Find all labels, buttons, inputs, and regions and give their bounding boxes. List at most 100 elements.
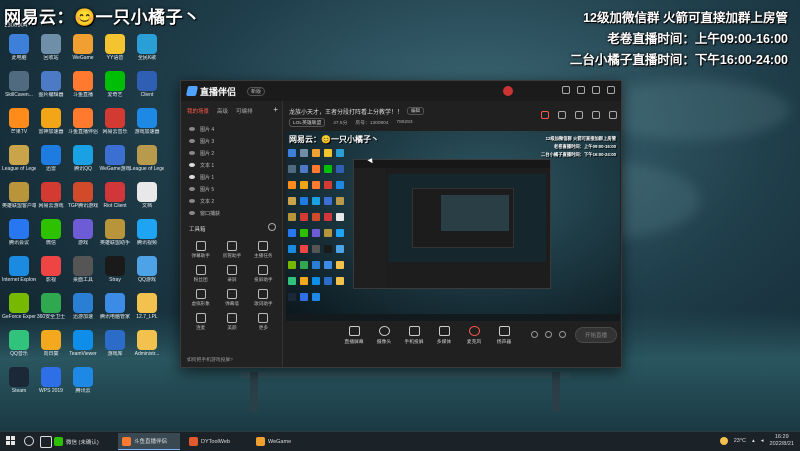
maximize-icon[interactable] — [592, 86, 600, 94]
desktop-icon[interactable]: 腾讯QQ — [66, 145, 100, 172]
desktop-icon[interactable]: 腾讯电脑管家 — [98, 293, 132, 320]
microphone-button[interactable]: 麦克风 — [461, 326, 487, 345]
desktop-icon[interactable]: GeForce Experience — [2, 293, 36, 320]
toolbox-item[interactable]: 弹幕助手 — [185, 241, 216, 259]
scene-item[interactable]: 图片 4 — [181, 123, 282, 135]
user-avatar[interactable] — [503, 86, 513, 96]
clock[interactable]: 16:29 2022/8/21 — [770, 434, 794, 448]
version-badge[interactable]: 新版 — [247, 87, 266, 96]
desktop-icon[interactable]: 网易云游戏 — [34, 182, 68, 209]
desktop-icon[interactable]: 回收站 — [34, 34, 68, 61]
toolbox-item[interactable]: 弹幕墙 — [216, 289, 247, 307]
network-icon[interactable]: ▴ — [752, 438, 755, 444]
record-icon[interactable] — [531, 331, 538, 338]
minimize-icon[interactable] — [577, 86, 585, 94]
visibility-eye-icon[interactable] — [189, 139, 195, 143]
desktop-icon[interactable]: 腾讯云 — [66, 367, 100, 394]
desktop-icon[interactable]: 迅游加速 — [66, 293, 100, 320]
desktop-icon[interactable]: TGP腾讯游戏 — [66, 182, 100, 209]
desktop-icon[interactable]: 微信 — [34, 219, 68, 246]
toolbox-item[interactable]: 更多 — [248, 313, 279, 331]
desktop-icon[interactable]: 游戏库 — [98, 330, 132, 357]
desktop-icon[interactable]: 迅雷 — [34, 145, 68, 172]
desktop-icon[interactable]: Administr... — [130, 330, 164, 357]
visibility-eye-icon[interactable] — [189, 163, 195, 167]
category-tag[interactable]: LOL英雄联盟 — [289, 118, 326, 127]
scene-item[interactable]: 图片 2 — [181, 147, 282, 159]
tab-advanced[interactable]: 高级 — [217, 107, 228, 115]
desktop-icon[interactable]: League of Legends — [130, 145, 164, 172]
gift-icon[interactable] — [541, 111, 549, 119]
title-bar[interactable]: 直播伴侣 新版 — [181, 81, 621, 101]
desktop-icon[interactable]: Client — [130, 71, 164, 98]
toolbox-item[interactable]: 粉丝团 — [185, 265, 216, 283]
toolbox-item[interactable]: 主播任务 — [248, 241, 279, 259]
weather-icon[interactable] — [719, 437, 728, 445]
help-link[interactable]: 如何把手机游戏投屏? — [187, 356, 233, 363]
desktop-icon[interactable]: 斗鱼直播 — [66, 71, 100, 98]
desktop-icon[interactable]: QQ音乐 — [2, 330, 36, 357]
camera-button[interactable]: 摄像头 — [371, 326, 397, 345]
desktop-icon[interactable]: 图片编辑器 — [34, 71, 68, 98]
tab-my-scenes[interactable]: 我的场景 — [187, 107, 209, 115]
scene-item[interactable]: 文本 1 — [181, 159, 282, 171]
desktop-icon[interactable]: 此电脑 — [2, 34, 36, 61]
toolbox-item[interactable]: 投屏助手 — [248, 265, 279, 283]
toolbox-item[interactable]: 虚拟形象 — [185, 289, 216, 307]
desktop-icon[interactable]: 360安全卫士 — [34, 293, 68, 320]
visibility-eye-icon[interactable] — [189, 211, 195, 215]
scene-item[interactable]: 图片 5 — [181, 183, 282, 195]
lock-icon[interactable] — [558, 111, 566, 119]
desktop-icon[interactable]: 雷神加速器 — [34, 108, 68, 135]
stream-preview[interactable]: 网易云：😊一只小橘子丶 12级加微信群 火箭可直接加群上房管 老卷直播时间：上午… — [286, 131, 620, 321]
windows-start-icon[interactable] — [6, 436, 16, 446]
desktop-icon[interactable]: WeGame — [66, 34, 100, 61]
desktop-icon[interactable]: 网易云音乐 — [98, 108, 132, 135]
desktop-icon[interactable]: YY语音 — [98, 34, 132, 61]
desktop-icon[interactable]: Stray — [98, 256, 132, 283]
toolbox-item[interactable]: 美颜 — [216, 313, 247, 331]
gear-icon[interactable] — [559, 331, 566, 338]
volume-icon[interactable]: ◂ — [761, 438, 764, 444]
desktop-icon[interactable]: 影视 — [34, 256, 68, 283]
message-icon[interactable] — [575, 111, 583, 119]
temperature[interactable]: 23°C — [734, 438, 746, 444]
bell-icon[interactable] — [592, 111, 600, 119]
taskbar-app[interactable]: DYToolWeb — [185, 433, 247, 450]
add-scene-icon[interactable]: + — [273, 106, 278, 115]
visibility-eye-icon[interactable] — [189, 175, 195, 179]
media-button[interactable]: 多媒体 — [431, 326, 457, 345]
desktop-icon[interactable]: 斗鱼直播伴侣 — [66, 108, 100, 135]
desktop-icon[interactable]: 全民K歌 — [130, 34, 164, 61]
desktop-icon[interactable]: 游戏加速器 — [130, 108, 164, 135]
edit-title-button[interactable]: 编辑 — [407, 107, 424, 115]
taskbar-app[interactable]: 斗鱼直播伴侣 — [118, 433, 180, 450]
desktop-icon[interactable]: SkillCaven... — [2, 71, 36, 98]
desktop-icon[interactable]: 爱奇艺 — [98, 71, 132, 98]
speaker-button[interactable]: 扬声器 — [491, 326, 517, 345]
desktop-icon[interactable]: 英雄联盟助手 — [98, 219, 132, 246]
desktop-icon[interactable]: Riot Client — [98, 182, 132, 209]
desktop-icon[interactable]: TeamViewer — [66, 330, 100, 357]
visibility-eye-icon[interactable] — [189, 151, 195, 155]
toolbox-collapse-icon[interactable] — [268, 223, 276, 231]
desktop-icon[interactable]: 12.7_LPL — [130, 293, 164, 320]
toolbox-item[interactable]: 录屏 — [216, 265, 247, 283]
taskbar-app[interactable]: WeGame — [252, 433, 302, 450]
scene-item[interactable]: 窗口捕获 — [181, 207, 282, 219]
phone-cast-button[interactable]: 手机投屏 — [401, 326, 427, 345]
desktop-icon[interactable]: WPS 2019 — [34, 367, 68, 394]
desktop-icon[interactable]: 腾讯视频 — [130, 219, 164, 246]
visibility-eye-icon[interactable] — [189, 187, 195, 191]
desktop-icon[interactable]: 向日葵 — [34, 330, 68, 357]
taskbar-app[interactable]: 微信 (未确认) — [50, 433, 114, 450]
toolbox-item[interactable]: 房管助手 — [216, 241, 247, 259]
toolbox-item[interactable]: 连麦 — [185, 313, 216, 331]
desktop-icon[interactable]: 芒果TV — [2, 108, 36, 135]
menu-icon[interactable] — [562, 86, 570, 94]
desktop-icon[interactable]: 游戏 — [66, 219, 100, 246]
scene-item[interactable]: 图片 3 — [181, 135, 282, 147]
desktop-icon[interactable]: League of Legends — [2, 145, 36, 172]
search-icon[interactable] — [24, 436, 34, 446]
desktop-icon[interactable]: 桌面工具 — [66, 256, 100, 283]
